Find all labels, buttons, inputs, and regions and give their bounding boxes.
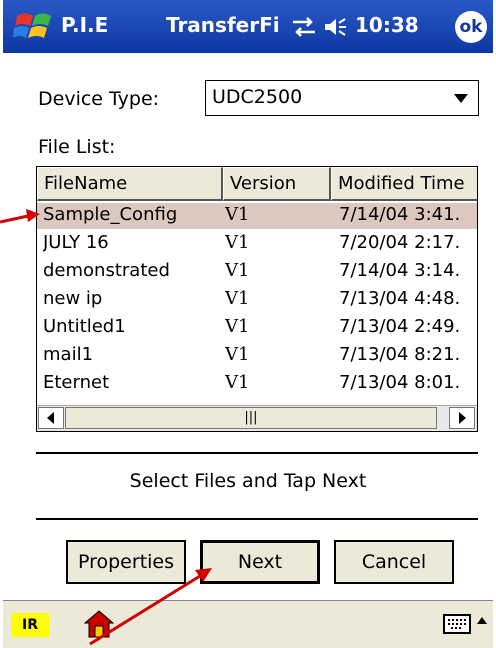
file-modified-time: 7/13/04 8:21. [339,344,461,365]
keyboard-icon[interactable] [443,613,471,635]
chevron-down-icon[interactable] [454,94,468,103]
file-version: V1 [225,372,250,393]
cancel-button[interactable]: Cancel [334,540,454,584]
table-row[interactable]: JULY 16 V1 7/20/04 2:17. [37,231,477,257]
speaker-icon[interactable] [323,15,347,39]
chevron-up-icon[interactable] [477,617,487,624]
ok-button[interactable]: ok [455,11,487,43]
table-row[interactable]: Sample_Config V1 7/14/04 3:41. [37,203,477,229]
file-name: Eternet [43,372,110,393]
instruction-text: Select Files and Tap Next [129,470,367,492]
scroll-right-button[interactable] [449,407,475,429]
file-modified-time: 7/13/04 8:01. [339,372,461,393]
scroll-left-button[interactable] [38,407,64,429]
device-screen: P.I.E TransferFi 10:38 ok Device Type: U… [0,0,496,648]
file-list-label: File List: [38,136,116,158]
file-version: V1 [225,232,250,253]
horizontal-scrollbar[interactable]: ||| [37,405,477,431]
windows-start-icon[interactable] [13,8,55,46]
arrow-left-icon [47,412,54,424]
file-list[interactable]: FileName Version Modified Time Sample_Co… [36,166,478,432]
app-name: P.I.E [61,13,109,37]
file-modified-time: 7/13/04 4:48. [339,288,461,309]
file-modified-time: 7/14/04 3:14. [339,260,461,281]
device-type-value: UDC2500 [212,86,303,108]
properties-button[interactable]: Properties [66,540,186,584]
table-row[interactable]: Eternet V1 7/13/04 8:01. [37,371,477,397]
device-type-label: Device Type: [38,88,160,110]
table-row[interactable]: demonstrated V1 7/14/04 3:14. [37,259,477,285]
file-version: V1 [225,204,250,225]
table-row[interactable]: new ip V1 7/13/04 4:48. [37,287,477,313]
column-header-version[interactable]: Version [223,167,331,201]
file-modified-time: 7/20/04 2:17. [339,232,461,253]
home-icon[interactable] [83,609,115,639]
divider [36,452,478,454]
window-title: TransferFi [166,13,280,37]
file-version: V1 [225,344,250,365]
file-version: V1 [225,260,250,281]
connectivity-icon[interactable] [291,15,317,39]
table-row[interactable]: mail1 V1 7/13/04 8:21. [37,343,477,369]
taskbar: IR [3,600,493,648]
file-version: V1 [225,316,250,337]
column-header-modified-time[interactable]: Modified Time [331,167,477,201]
file-name: Untitled1 [43,316,126,337]
clock[interactable]: 10:38 [355,13,419,37]
file-name: JULY 16 [43,232,109,253]
infrared-icon[interactable]: IR [11,613,49,637]
file-modified-time: 7/14/04 3:41. [339,204,461,225]
file-name: demonstrated [43,260,170,281]
arrow-right-icon [459,412,466,424]
title-bar: P.I.E TransferFi 10:38 ok [3,0,493,53]
file-name: mail1 [43,344,94,365]
device-type-dropdown[interactable]: UDC2500 [205,80,479,116]
divider [36,518,478,520]
file-name: new ip [43,288,103,309]
file-version: V1 [225,288,250,309]
column-header-filename[interactable]: FileName [37,167,223,201]
scrollbar-thumb[interactable]: ||| [65,407,437,429]
table-row[interactable]: Untitled1 V1 7/13/04 2:49. [37,315,477,341]
next-button[interactable]: Next [200,540,320,584]
file-name: Sample_Config [43,204,178,225]
file-modified-time: 7/13/04 2:49. [339,316,461,337]
